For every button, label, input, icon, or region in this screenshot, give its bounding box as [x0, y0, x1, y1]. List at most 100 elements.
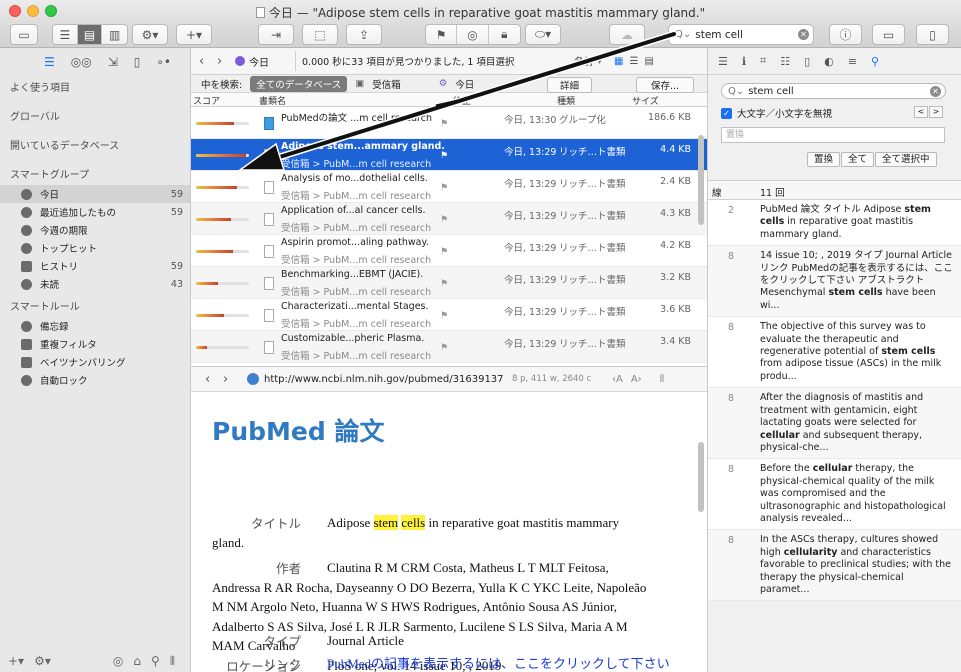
label-menu-button[interactable]: ⬭▾: [525, 24, 561, 45]
column-view-icon[interactable]: ▥: [102, 25, 127, 44]
inspector-search-field[interactable]: Q⌄ stem cell ✕: [721, 83, 946, 99]
sidebar-item-autolock[interactable]: 自動ロック: [0, 371, 190, 389]
preview-scrollbar[interactable]: [698, 442, 704, 512]
scope-inbox[interactable]: 受信箱: [372, 77, 401, 91]
table-row[interactable]: PubMedの論文 ...m cell research ⚑ 今日, 13:30 グル…: [191, 107, 707, 139]
toolbar-search-field[interactable]: Q⌄ stem cell ✕: [668, 24, 814, 45]
replace-all-button[interactable]: 全て: [841, 152, 875, 167]
add-menu-button[interactable]: +▾: [176, 24, 212, 45]
list-icon[interactable]: ☰: [718, 55, 728, 68]
links-icon[interactable]: ☷: [780, 55, 790, 68]
concordance-icon[interactable]: ◐: [824, 55, 834, 68]
sidebar-heading[interactable]: よく使う項目: [0, 80, 190, 98]
checkbox-checked-icon[interactable]: ✓: [721, 107, 732, 119]
search-result-item[interactable]: 8 Before the cellular therapy, the physic…: [708, 459, 961, 531]
import-button[interactable]: ⇥: [258, 24, 294, 45]
table-row[interactable]: Application of...al cancer cells. 受信箱 > P…: [191, 203, 707, 235]
pin-icon[interactable]: ⚲: [151, 654, 160, 668]
clear-search-icon[interactable]: ✕: [798, 29, 809, 40]
flag-icon[interactable]: ⚑: [440, 311, 448, 321]
column-kind[interactable]: 種類: [557, 94, 575, 107]
sidebar-item-duplicate-filter[interactable]: 重複フィルタ: [0, 335, 190, 353]
column-name[interactable]: 書類名: [259, 94, 286, 107]
tag-icon[interactable]: ⌂: [133, 654, 141, 668]
forward-arrow-icon[interactable]: ›: [223, 372, 241, 387]
table-row[interactable]: Customizable...pheric Plasma. 受信箱 > PubM.…: [191, 331, 707, 363]
table-row[interactable]: Analysis of mo...dothelial cells. 受信箱 > P…: [191, 171, 707, 203]
font-smaller-icon[interactable]: ‹A: [612, 374, 623, 385]
sidebar-item-memo[interactable]: 備忘録: [0, 317, 190, 335]
flag-icon[interactable]: ⚑: [440, 151, 448, 161]
sidebar-toggle-button[interactable]: ▭: [10, 24, 38, 45]
sync-button[interactable]: ☁: [609, 24, 645, 45]
save-search-button[interactable]: 保存...: [636, 77, 695, 93]
results-column-count[interactable]: 11 回: [760, 185, 785, 199]
search-result-item[interactable]: 8 In the ASCs therapy, cultures showed hi…: [708, 530, 961, 602]
action-menu-button[interactable]: ⚙▾: [132, 24, 168, 45]
grid-view-icon[interactable]: ▦: [614, 56, 623, 67]
sidebar-item-recent[interactable]: 最近追加したもの 59: [0, 203, 190, 221]
document-tab-icon[interactable]: ▯: [134, 55, 141, 69]
ignore-case-option[interactable]: ✓ 大文字／小文字を無視: [721, 106, 832, 120]
search-result-item[interactable]: 8 After the diagnosis of mastitis and tre…: [708, 388, 961, 460]
scope-all-databases[interactable]: 全てのデータベース: [250, 75, 348, 92]
unread-icon[interactable]: ◎: [457, 25, 489, 44]
layout-button[interactable]: ▭: [872, 24, 905, 45]
inspector-search-text[interactable]: stem cell: [748, 86, 930, 97]
activity-icon[interactable]: ◎: [113, 654, 123, 668]
chevron-down-icon[interactable]: ▾: [597, 56, 602, 67]
clear-search-icon[interactable]: ✕: [930, 85, 941, 97]
inspector-toggle-button[interactable]: ▯: [916, 24, 949, 45]
replace-field[interactable]: 置換: [721, 127, 945, 143]
view-mode-segment[interactable]: ☰ ▤ ▥: [52, 24, 128, 45]
split-view-icon[interactable]: ▤: [77, 25, 103, 44]
sidebar-item-due[interactable]: 今週の期限: [0, 221, 190, 239]
sidebar-item-bates[interactable]: ベイツナンバリング: [0, 353, 190, 371]
flag-icon[interactable]: ⚑: [440, 247, 448, 257]
search-result-item[interactable]: 2 PubMed 論文 タイトル Adipose stem cells in re…: [708, 200, 961, 247]
sort-label[interactable]: 名前: [574, 54, 593, 68]
next-result-button[interactable]: >: [929, 106, 943, 118]
sidebar-heading[interactable]: スマートグループ: [0, 167, 190, 185]
mark-segment[interactable]: ⚑ ◎ 🔒︎: [425, 24, 521, 45]
back-arrow-icon[interactable]: ‹: [205, 372, 223, 387]
scope-today[interactable]: 今日: [455, 77, 474, 91]
details-button[interactable]: 詳細: [547, 77, 593, 93]
capture-button[interactable]: ⬚: [302, 24, 338, 45]
sidebar-item-unread[interactable]: 未読 43: [0, 275, 190, 293]
list-icon[interactable]: ☰: [44, 55, 55, 69]
replace-selected-button[interactable]: 全て選択中: [875, 152, 937, 167]
table-row[interactable]: Adipose stem...ammary gland. 受信箱 > PubM..…: [191, 139, 707, 171]
annotation-icon[interactable]: ⌗: [760, 54, 766, 68]
pubmed-link[interactable]: PubMedの記事を表示するには、ここをクリックして下さい: [327, 654, 670, 672]
info-icon[interactable]: ℹ: [742, 55, 746, 68]
flag-icon[interactable]: ⚑: [440, 183, 448, 193]
list-view-icon[interactable]: ☰: [630, 56, 639, 67]
columns-icon[interactable]: ⦀: [660, 374, 664, 385]
sidebar-item-today[interactable]: 今日 59: [0, 185, 190, 203]
glasses-icon[interactable]: ◎◎: [71, 55, 92, 69]
search-result-item[interactable]: 8 14 issue 10; , 2019 タイプ Journal Article…: [708, 246, 961, 318]
results-column-line[interactable]: 線: [712, 185, 722, 199]
column-icon[interactable]: ⦀: [170, 654, 175, 669]
add-icon[interactable]: +▾: [8, 654, 24, 668]
cover-view-icon[interactable]: ▤: [644, 56, 653, 67]
sidebar-heading[interactable]: グローバル: [0, 109, 190, 127]
flag-icon[interactable]: ⚑: [440, 343, 448, 353]
info-button[interactable]: ⓘ: [829, 24, 862, 45]
list-scrollbar[interactable]: [698, 135, 704, 225]
toolbar-search-text[interactable]: stem cell: [695, 29, 798, 41]
url-field[interactable]: http://www.ncbi.nlm.nih.gov/pubmed/31639…: [264, 374, 512, 385]
table-row[interactable]: Benchmarking...EBMT (JACIE). 受信箱 > PubM..…: [191, 267, 707, 299]
sidebar-item-tophits[interactable]: トップヒット: [0, 239, 190, 257]
flag-icon[interactable]: ⚑: [440, 215, 448, 225]
gear-icon[interactable]: ⚙▾: [34, 654, 51, 668]
column-size[interactable]: サイズ: [632, 94, 659, 107]
font-larger-icon[interactable]: A›: [631, 374, 642, 385]
document-icon[interactable]: ▯: [804, 55, 810, 68]
sidebar-heading[interactable]: スマートルール: [0, 299, 190, 317]
share-button[interactable]: ⇪: [346, 24, 382, 45]
flag-icon[interactable]: ⚑: [426, 25, 458, 44]
table-row[interactable]: Aspirin promot...aling pathway. 受信箱 > Pub…: [191, 235, 707, 267]
sidebar-heading[interactable]: 開いているデータベース: [0, 138, 190, 156]
